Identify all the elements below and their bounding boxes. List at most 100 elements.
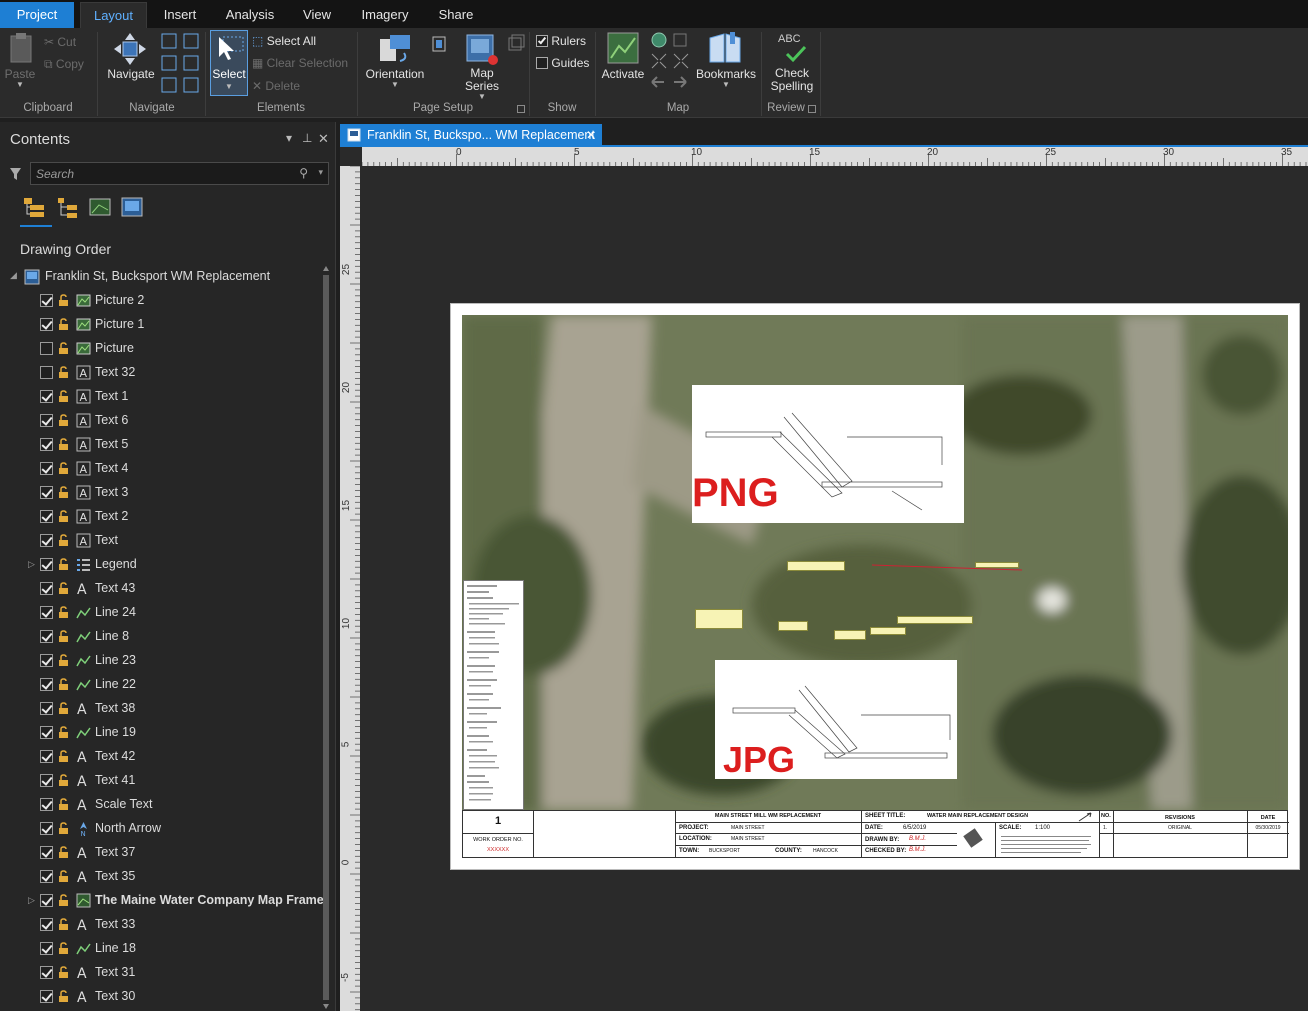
map-navigation-icons[interactable]	[650, 32, 692, 92]
visibility-checkbox[interactable]	[40, 486, 53, 499]
expand-arrow-icon[interactable]: ▷	[28, 895, 35, 906]
expand-arrow-icon[interactable]: ▷	[28, 559, 35, 570]
contents-item[interactable]: A Text 30	[0, 985, 320, 1009]
lock-icon[interactable]	[58, 678, 71, 691]
contents-item[interactable]: A Text 42	[0, 745, 320, 769]
contents-item[interactable]: A Text 32	[0, 361, 320, 385]
visibility-checkbox[interactable]	[40, 894, 53, 907]
title-block[interactable]: 1 WORK ORDER NO. XXXXXX MAIN STREET MILL…	[462, 810, 1289, 858]
callout-label[interactable]	[695, 609, 743, 629]
lock-icon[interactable]	[58, 990, 71, 1003]
guides-checkbox[interactable]: Guides	[536, 56, 589, 70]
visibility-checkbox[interactable]	[40, 702, 53, 715]
visibility-checkbox[interactable]	[40, 726, 53, 739]
contents-item[interactable]: A Text 2	[0, 505, 320, 529]
visibility-checkbox[interactable]	[40, 654, 53, 667]
lock-icon[interactable]	[58, 558, 71, 571]
callout-label[interactable]	[897, 616, 973, 624]
visibility-checkbox[interactable]	[40, 294, 53, 307]
select-button[interactable]: Select ▼	[210, 30, 248, 96]
lock-icon[interactable]	[58, 438, 71, 451]
contents-item[interactable]: ▷ Legend	[0, 553, 320, 577]
callout-label[interactable]	[870, 627, 906, 635]
pane-menu-icon[interactable]: ▾	[286, 131, 292, 145]
contents-item[interactable]: A Text 38	[0, 697, 320, 721]
visibility-checkbox[interactable]	[40, 534, 53, 547]
visibility-checkbox[interactable]	[40, 342, 53, 355]
callout-label[interactable]	[778, 621, 808, 631]
visibility-checkbox[interactable]	[40, 846, 53, 859]
visibility-checkbox[interactable]	[40, 966, 53, 979]
navigate-button[interactable]: Navigate	[104, 67, 158, 81]
lock-icon[interactable]	[58, 702, 71, 715]
lock-icon[interactable]	[58, 630, 71, 643]
search-input[interactable]: Search ⚲ ▾	[30, 162, 329, 185]
callout-label[interactable]	[787, 561, 845, 571]
contents-item[interactable]: A Text	[0, 529, 320, 553]
lock-icon[interactable]	[58, 462, 71, 475]
orientation-button[interactable]: Orientation ▼	[362, 67, 428, 89]
lock-icon[interactable]	[58, 366, 71, 379]
visibility-checkbox[interactable]	[40, 678, 53, 691]
visibility-checkbox[interactable]	[40, 630, 53, 643]
list-map-frames-icon[interactable]	[88, 196, 114, 220]
activate-button[interactable]: Activate	[598, 67, 648, 81]
lock-icon[interactable]	[58, 846, 71, 859]
visibility-checkbox[interactable]	[40, 462, 53, 475]
map-frame[interactable]: PNG JPG	[462, 315, 1288, 810]
lock-icon[interactable]	[58, 486, 71, 499]
lock-icon[interactable]	[58, 510, 71, 523]
collapse-arrow-icon[interactable]: ◢	[10, 270, 17, 281]
map-series-button[interactable]: Map Series ▼	[460, 67, 504, 101]
lock-icon[interactable]	[58, 342, 71, 355]
select-all-button[interactable]: ⬚ Select All	[252, 34, 316, 48]
callout-label[interactable]	[834, 630, 866, 640]
lock-icon[interactable]	[58, 726, 71, 739]
contents-item[interactable]: A Text 31	[0, 961, 320, 985]
contents-item[interactable]: Line 18	[0, 937, 320, 961]
paste-button[interactable]: Paste ▼	[2, 67, 38, 89]
list-by-drawing-order-icon[interactable]	[22, 196, 48, 220]
contents-item[interactable]: A Scale Text	[0, 793, 320, 817]
pane-pin-icon[interactable]: ⊥	[302, 131, 312, 145]
contents-item[interactable]: A Text 35	[0, 865, 320, 889]
lock-icon[interactable]	[58, 750, 71, 763]
tab-project[interactable]: Project	[0, 2, 74, 28]
contents-item[interactable]: A Text 41	[0, 769, 320, 793]
contents-item[interactable]: A Text 37	[0, 841, 320, 865]
contents-item[interactable]: Line 8	[0, 625, 320, 649]
contents-item[interactable]: Picture	[0, 337, 320, 361]
lock-icon[interactable]	[58, 294, 71, 307]
lock-icon[interactable]	[58, 966, 71, 979]
layout-page[interactable]: PNG JPG 1 WORK ORDER NO. XXXXXX MAIN STR…	[450, 303, 1300, 870]
contents-item[interactable]: ▷ The Maine Water Company Map Frame	[0, 889, 324, 913]
jpg-picture-element[interactable]: JPG	[715, 660, 957, 779]
contents-item[interactable]: Picture 2	[0, 289, 320, 313]
visibility-checkbox[interactable]	[40, 750, 53, 763]
clear-selection-button[interactable]: ▦ Clear Selection	[252, 56, 348, 70]
contents-item[interactable]: A Text 33	[0, 913, 320, 937]
delete-button[interactable]: ✕ Delete	[252, 79, 300, 93]
map-series-pages-icon[interactable]	[508, 34, 526, 52]
contents-item[interactable]: A Text 5	[0, 433, 320, 457]
horizontal-ruler[interactable]: 0 5 10 15 20 25 30 35	[362, 147, 1308, 166]
vertical-ruler[interactable]: 25 20 15 10 5 0 -5	[340, 166, 360, 1011]
visibility-checkbox[interactable]	[40, 582, 53, 595]
layout-root-item[interactable]: ◢ Franklin St, Bucksport WM Replacement	[0, 265, 320, 289]
contents-item[interactable]: Line 24	[0, 601, 320, 625]
lock-icon[interactable]	[58, 414, 71, 427]
tab-share[interactable]: Share	[430, 2, 482, 28]
visibility-checkbox[interactable]	[40, 510, 53, 523]
lock-icon[interactable]	[58, 822, 71, 835]
list-by-type-icon[interactable]	[120, 196, 146, 220]
visibility-checkbox[interactable]	[40, 918, 53, 931]
tab-insert[interactable]: Insert	[153, 2, 207, 28]
contents-item[interactable]: A Text 1	[0, 385, 320, 409]
visibility-checkbox[interactable]	[40, 798, 53, 811]
lock-icon[interactable]	[58, 918, 71, 931]
visibility-checkbox[interactable]	[40, 870, 53, 883]
contents-item[interactable]: Line 22	[0, 673, 320, 697]
lock-icon[interactable]	[58, 606, 71, 619]
guides-check-box[interactable]	[536, 57, 548, 69]
contents-item[interactable]: Line 23	[0, 649, 320, 673]
